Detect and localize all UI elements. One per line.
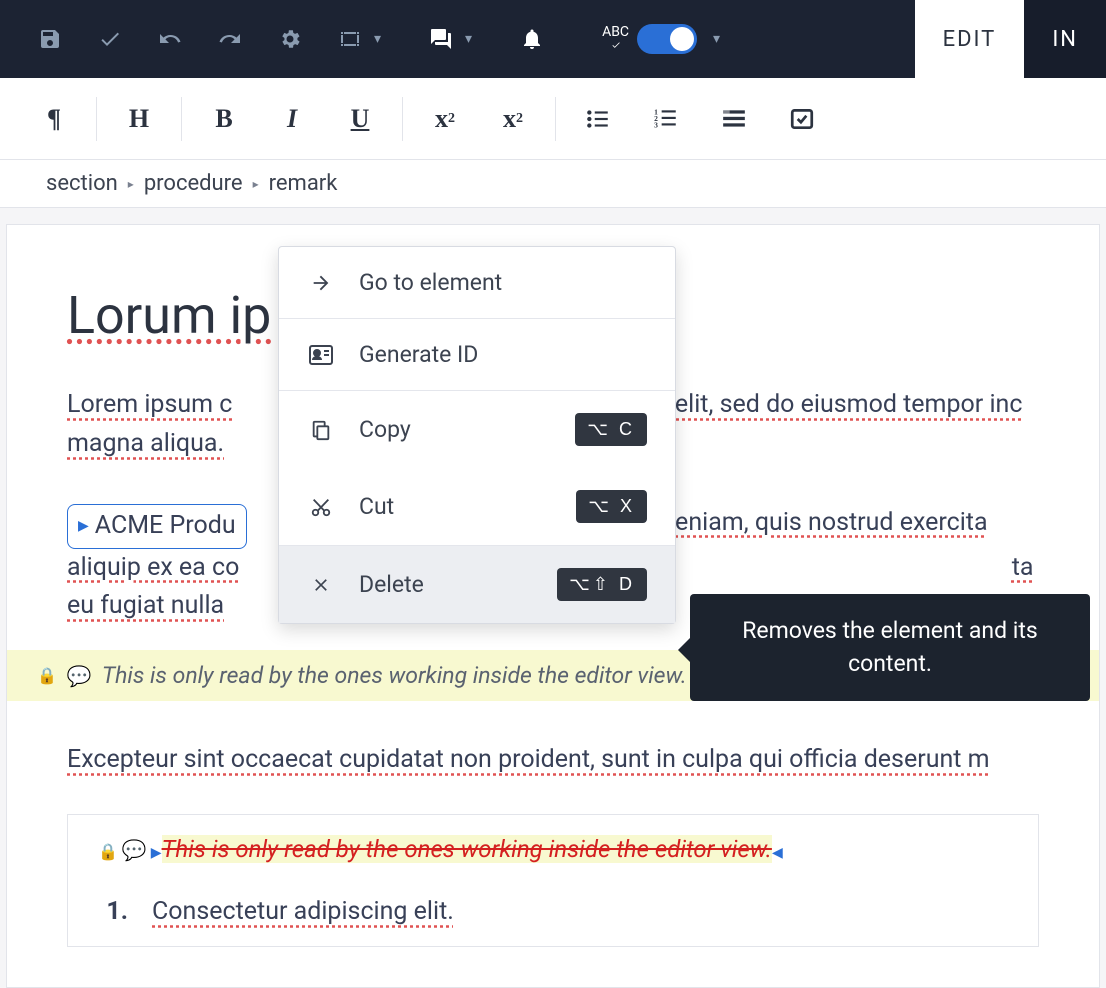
selection-icon (338, 27, 362, 51)
list-number: 1. (98, 897, 128, 926)
copy-icon (307, 419, 335, 441)
svg-text:3: 3 (654, 120, 658, 129)
checklist-button[interactable] (768, 89, 836, 149)
bold-button[interactable]: B (190, 89, 258, 149)
chevron-down-icon: ▾ (374, 31, 381, 47)
shortcut-badge: ⌥⇧ D (557, 568, 647, 601)
list-item[interactable]: 1. Consectetur adipiscing elit. (98, 897, 1008, 926)
breadcrumb-remark[interactable]: remark (269, 171, 338, 196)
numbered-list-button[interactable]: 123 (632, 89, 700, 149)
context-menu: Go to element Generate ID Copy ⌥ C Cut ⌥… (278, 246, 676, 624)
superscript-button[interactable]: x2 (411, 89, 479, 149)
underline-button[interactable]: U (326, 89, 394, 149)
lock-icon: 🔒 (37, 666, 57, 685)
menu-delete[interactable]: Delete ⌥⇧ D (279, 546, 675, 623)
breadcrumb-separator: ▸ (253, 177, 259, 191)
menu-cut[interactable]: Cut ⌥ X (279, 468, 675, 545)
lock-icon: 🔒 (98, 842, 118, 861)
check-button[interactable] (80, 0, 140, 78)
tooltip: Removes the element and its content. (690, 594, 1090, 701)
expand-icon: ▶ (78, 516, 89, 538)
element-tag-acme[interactable]: ▶ ACME Produ (67, 504, 247, 549)
breadcrumb-procedure[interactable]: procedure (144, 171, 243, 196)
shortcut-badge: ⌥ X (576, 490, 647, 523)
list-text[interactable]: Consectetur adipiscing elit. (152, 897, 454, 926)
mode-tabs: EDIT IN (915, 0, 1106, 78)
id-card-icon (307, 345, 335, 365)
bell-icon (520, 27, 544, 51)
redo-button[interactable] (200, 0, 260, 78)
paragraph-3[interactable]: Excepteur sint occaecat cupidatat non pr… (67, 741, 1039, 780)
italic-button[interactable]: I (258, 89, 326, 149)
marker-icon: ▶ (772, 845, 783, 861)
bullet-list-button[interactable] (564, 89, 632, 149)
tab-insert[interactable]: IN (1024, 0, 1106, 78)
spellcheck-icon: ABC (602, 25, 629, 53)
menu-go-to-element[interactable]: Go to element (279, 247, 675, 318)
chevron-down-icon: ▾ (713, 31, 720, 47)
main-toolbar: ▾ ▾ ABC ▾ EDIT IN (0, 0, 1106, 78)
save-button[interactable] (20, 0, 80, 78)
chevron-down-icon: ▾ (465, 31, 472, 47)
paragraph-button[interactable]: ¶ (20, 89, 88, 149)
inline-comment-row[interactable]: 🔒 💬 ▶This is only read by the ones worki… (98, 835, 1008, 863)
comment-icon: 💬 (122, 838, 147, 862)
comment-icon: 💬 (67, 664, 92, 688)
menu-generate-id[interactable]: Generate ID (279, 319, 675, 390)
spellcheck-toggle[interactable] (637, 24, 697, 54)
shortcut-badge: ⌥ C (575, 413, 647, 446)
selection-dropdown[interactable]: ▾ (330, 0, 381, 78)
breadcrumb-separator: ▸ (128, 177, 134, 191)
notifications-button[interactable] (502, 0, 562, 78)
undo-button[interactable] (140, 0, 200, 78)
menu-copy[interactable]: Copy ⌥ C (279, 391, 675, 468)
breadcrumb: section ▸ procedure ▸ remark (0, 160, 1106, 208)
comments-icon (429, 27, 453, 51)
spellcheck-toggle-group: ABC ▾ (602, 24, 720, 54)
definition-list-button[interactable] (700, 89, 768, 149)
nested-block[interactable]: 🔒 💬 ▶This is only read by the ones worki… (67, 814, 1039, 947)
breadcrumb-section[interactable]: section (46, 171, 118, 196)
comments-dropdown[interactable]: ▾ (421, 0, 472, 78)
tab-edit[interactable]: EDIT (915, 0, 1025, 78)
arrow-right-icon (307, 272, 335, 294)
subscript-button[interactable]: x2 (479, 89, 547, 149)
heading-button[interactable]: H (105, 89, 173, 149)
format-toolbar: ¶ H B I U x2 x2 123 (0, 78, 1106, 160)
cut-icon (307, 496, 335, 518)
delete-icon (307, 575, 335, 595)
marker-icon: ▶ (151, 845, 162, 861)
settings-button[interactable] (260, 0, 320, 78)
